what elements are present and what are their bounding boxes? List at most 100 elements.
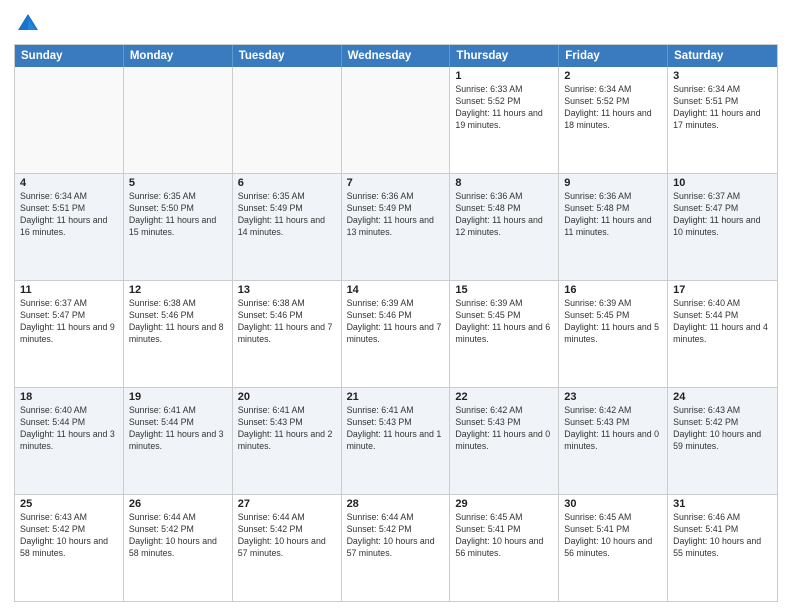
day-info: Sunrise: 6:43 AM Sunset: 5:42 PM Dayligh… bbox=[20, 512, 118, 560]
day-info: Sunrise: 6:37 AM Sunset: 5:47 PM Dayligh… bbox=[673, 191, 772, 239]
calendar-row-1: 1 Sunrise: 6:33 AM Sunset: 5:52 PM Daylig… bbox=[15, 67, 777, 173]
day-number: 19 bbox=[129, 391, 227, 403]
day-info: Sunrise: 6:44 AM Sunset: 5:42 PM Dayligh… bbox=[347, 512, 445, 560]
day-cell-2: 2 Sunrise: 6:34 AM Sunset: 5:52 PM Daylig… bbox=[559, 67, 668, 173]
day-info: Sunrise: 6:36 AM Sunset: 5:49 PM Dayligh… bbox=[347, 191, 445, 239]
header bbox=[14, 10, 778, 38]
day-cell-14: 14 Sunrise: 6:39 AM Sunset: 5:46 PM Dayli… bbox=[342, 281, 451, 387]
weekday-header-tuesday: Tuesday bbox=[233, 45, 342, 67]
day-info: Sunrise: 6:41 AM Sunset: 5:43 PM Dayligh… bbox=[347, 405, 445, 453]
day-number: 2 bbox=[564, 70, 662, 82]
day-info: Sunrise: 6:45 AM Sunset: 5:41 PM Dayligh… bbox=[564, 512, 662, 560]
day-cell-25: 25 Sunrise: 6:43 AM Sunset: 5:42 PM Dayli… bbox=[15, 495, 124, 601]
day-info: Sunrise: 6:34 AM Sunset: 5:51 PM Dayligh… bbox=[673, 84, 772, 132]
day-cell-10: 10 Sunrise: 6:37 AM Sunset: 5:47 PM Dayli… bbox=[668, 174, 777, 280]
day-cell-21: 21 Sunrise: 6:41 AM Sunset: 5:43 PM Dayli… bbox=[342, 388, 451, 494]
day-number: 30 bbox=[564, 498, 662, 510]
day-cell-12: 12 Sunrise: 6:38 AM Sunset: 5:46 PM Dayli… bbox=[124, 281, 233, 387]
day-number: 3 bbox=[673, 70, 772, 82]
day-number: 8 bbox=[455, 177, 553, 189]
day-info: Sunrise: 6:44 AM Sunset: 5:42 PM Dayligh… bbox=[129, 512, 227, 560]
day-number: 22 bbox=[455, 391, 553, 403]
day-info: Sunrise: 6:34 AM Sunset: 5:51 PM Dayligh… bbox=[20, 191, 118, 239]
day-cell-5: 5 Sunrise: 6:35 AM Sunset: 5:50 PM Daylig… bbox=[124, 174, 233, 280]
day-number: 28 bbox=[347, 498, 445, 510]
day-cell-7: 7 Sunrise: 6:36 AM Sunset: 5:49 PM Daylig… bbox=[342, 174, 451, 280]
day-info: Sunrise: 6:35 AM Sunset: 5:50 PM Dayligh… bbox=[129, 191, 227, 239]
day-info: Sunrise: 6:40 AM Sunset: 5:44 PM Dayligh… bbox=[20, 405, 118, 453]
day-number: 26 bbox=[129, 498, 227, 510]
day-number: 5 bbox=[129, 177, 227, 189]
calendar-body: 1 Sunrise: 6:33 AM Sunset: 5:52 PM Daylig… bbox=[15, 67, 777, 601]
day-number: 7 bbox=[347, 177, 445, 189]
day-cell-6: 6Sunrise: 6:35 AM Sunset: 5:49 PM Daylig… bbox=[233, 174, 342, 280]
weekday-header-saturday: Saturday bbox=[668, 45, 777, 67]
day-number: 10 bbox=[673, 177, 772, 189]
day-cell-29: 29 Sunrise: 6:45 AM Sunset: 5:41 PM Dayli… bbox=[450, 495, 559, 601]
day-info: Sunrise: 6:41 AM Sunset: 5:43 PM Dayligh… bbox=[238, 405, 336, 453]
day-info: Sunrise: 6:44 AM Sunset: 5:42 PM Dayligh… bbox=[238, 512, 336, 560]
day-cell-16: 16 Sunrise: 6:39 AM Sunset: 5:45 PM Dayli… bbox=[559, 281, 668, 387]
day-info: Sunrise: 6:36 AM Sunset: 5:48 PM Dayligh… bbox=[564, 191, 662, 239]
day-info: Sunrise: 6:43 AM Sunset: 5:42 PM Dayligh… bbox=[673, 405, 772, 453]
day-number: 31 bbox=[673, 498, 772, 510]
day-number: 12 bbox=[129, 284, 227, 296]
day-number: 17 bbox=[673, 284, 772, 296]
day-number: 18 bbox=[20, 391, 118, 403]
calendar-row-3: 11 Sunrise: 6:37 AM Sunset: 5:47 PM Dayli… bbox=[15, 280, 777, 387]
day-info: Sunrise: 6:40 AM Sunset: 5:44 PM Dayligh… bbox=[673, 298, 772, 346]
day-number: 11 bbox=[20, 284, 118, 296]
day-cell-18: 18 Sunrise: 6:40 AM Sunset: 5:44 PM Dayli… bbox=[15, 388, 124, 494]
day-cell-13: 13 Sunrise: 6:38 AM Sunset: 5:46 PM Dayli… bbox=[233, 281, 342, 387]
day-cell-26: 26 Sunrise: 6:44 AM Sunset: 5:42 PM Dayli… bbox=[124, 495, 233, 601]
page: SundayMondayTuesdayWednesdayThursdayFrid… bbox=[0, 0, 792, 612]
logo-icon bbox=[14, 10, 42, 38]
day-cell-1: 1 Sunrise: 6:33 AM Sunset: 5:52 PM Daylig… bbox=[450, 67, 559, 173]
calendar-row-2: 4 Sunrise: 6:34 AM Sunset: 5:51 PM Daylig… bbox=[15, 173, 777, 280]
day-info: Sunrise: 6:38 AM Sunset: 5:46 PM Dayligh… bbox=[129, 298, 227, 346]
day-info: Sunrise: 6:37 AM Sunset: 5:47 PM Dayligh… bbox=[20, 298, 118, 346]
day-cell-27: 27 Sunrise: 6:44 AM Sunset: 5:42 PM Dayli… bbox=[233, 495, 342, 601]
weekday-header-thursday: Thursday bbox=[450, 45, 559, 67]
day-cell-20: 20 Sunrise: 6:41 AM Sunset: 5:43 PM Dayli… bbox=[233, 388, 342, 494]
weekday-header-friday: Friday bbox=[559, 45, 668, 67]
day-number: 1 bbox=[455, 70, 553, 82]
day-cell-23: 23 Sunrise: 6:42 AM Sunset: 5:43 PM Dayli… bbox=[559, 388, 668, 494]
day-number: 25 bbox=[20, 498, 118, 510]
day-info: Sunrise: 6:39 AM Sunset: 5:46 PM Dayligh… bbox=[347, 298, 445, 346]
calendar: SundayMondayTuesdayWednesdayThursdayFrid… bbox=[14, 44, 778, 602]
empty-cell bbox=[15, 67, 124, 173]
day-number: 13 bbox=[238, 284, 336, 296]
empty-cell bbox=[124, 67, 233, 173]
day-number: 27 bbox=[238, 498, 336, 510]
empty-cell bbox=[233, 67, 342, 173]
day-number: 4 bbox=[20, 177, 118, 189]
day-number: 16 bbox=[564, 284, 662, 296]
day-number: 21 bbox=[347, 391, 445, 403]
day-number: 14 bbox=[347, 284, 445, 296]
calendar-row-4: 18 Sunrise: 6:40 AM Sunset: 5:44 PM Dayli… bbox=[15, 387, 777, 494]
day-info: Sunrise: 6:34 AM Sunset: 5:52 PM Dayligh… bbox=[564, 84, 662, 132]
day-number: 23 bbox=[564, 391, 662, 403]
calendar-row-5: 25 Sunrise: 6:43 AM Sunset: 5:42 PM Dayli… bbox=[15, 494, 777, 601]
logo bbox=[14, 10, 46, 38]
weekday-header-monday: Monday bbox=[124, 45, 233, 67]
day-number: 20 bbox=[238, 391, 336, 403]
day-cell-4: 4 Sunrise: 6:34 AM Sunset: 5:51 PM Daylig… bbox=[15, 174, 124, 280]
day-info: Sunrise: 6:39 AM Sunset: 5:45 PM Dayligh… bbox=[564, 298, 662, 346]
day-cell-9: 9 Sunrise: 6:36 AM Sunset: 5:48 PM Daylig… bbox=[559, 174, 668, 280]
day-info: Sunrise: 6:33 AM Sunset: 5:52 PM Dayligh… bbox=[455, 84, 553, 132]
weekday-header-sunday: Sunday bbox=[15, 45, 124, 67]
day-info: Sunrise: 6:42 AM Sunset: 5:43 PM Dayligh… bbox=[455, 405, 553, 453]
day-cell-8: 8Sunrise: 6:36 AM Sunset: 5:48 PM Daylig… bbox=[450, 174, 559, 280]
day-info: Sunrise: 6:42 AM Sunset: 5:43 PM Dayligh… bbox=[564, 405, 662, 453]
day-number: 29 bbox=[455, 498, 553, 510]
day-number: 9 bbox=[564, 177, 662, 189]
day-info: Sunrise: 6:45 AM Sunset: 5:41 PM Dayligh… bbox=[455, 512, 553, 560]
day-number: 24 bbox=[673, 391, 772, 403]
day-info: Sunrise: 6:46 AM Sunset: 5:41 PM Dayligh… bbox=[673, 512, 772, 560]
day-info: Sunrise: 6:38 AM Sunset: 5:46 PM Dayligh… bbox=[238, 298, 336, 346]
day-cell-17: 17 Sunrise: 6:40 AM Sunset: 5:44 PM Dayli… bbox=[668, 281, 777, 387]
day-cell-15: 15Sunrise: 6:39 AM Sunset: 5:45 PM Dayli… bbox=[450, 281, 559, 387]
day-cell-22: 22 Sunrise: 6:42 AM Sunset: 5:43 PM Dayli… bbox=[450, 388, 559, 494]
